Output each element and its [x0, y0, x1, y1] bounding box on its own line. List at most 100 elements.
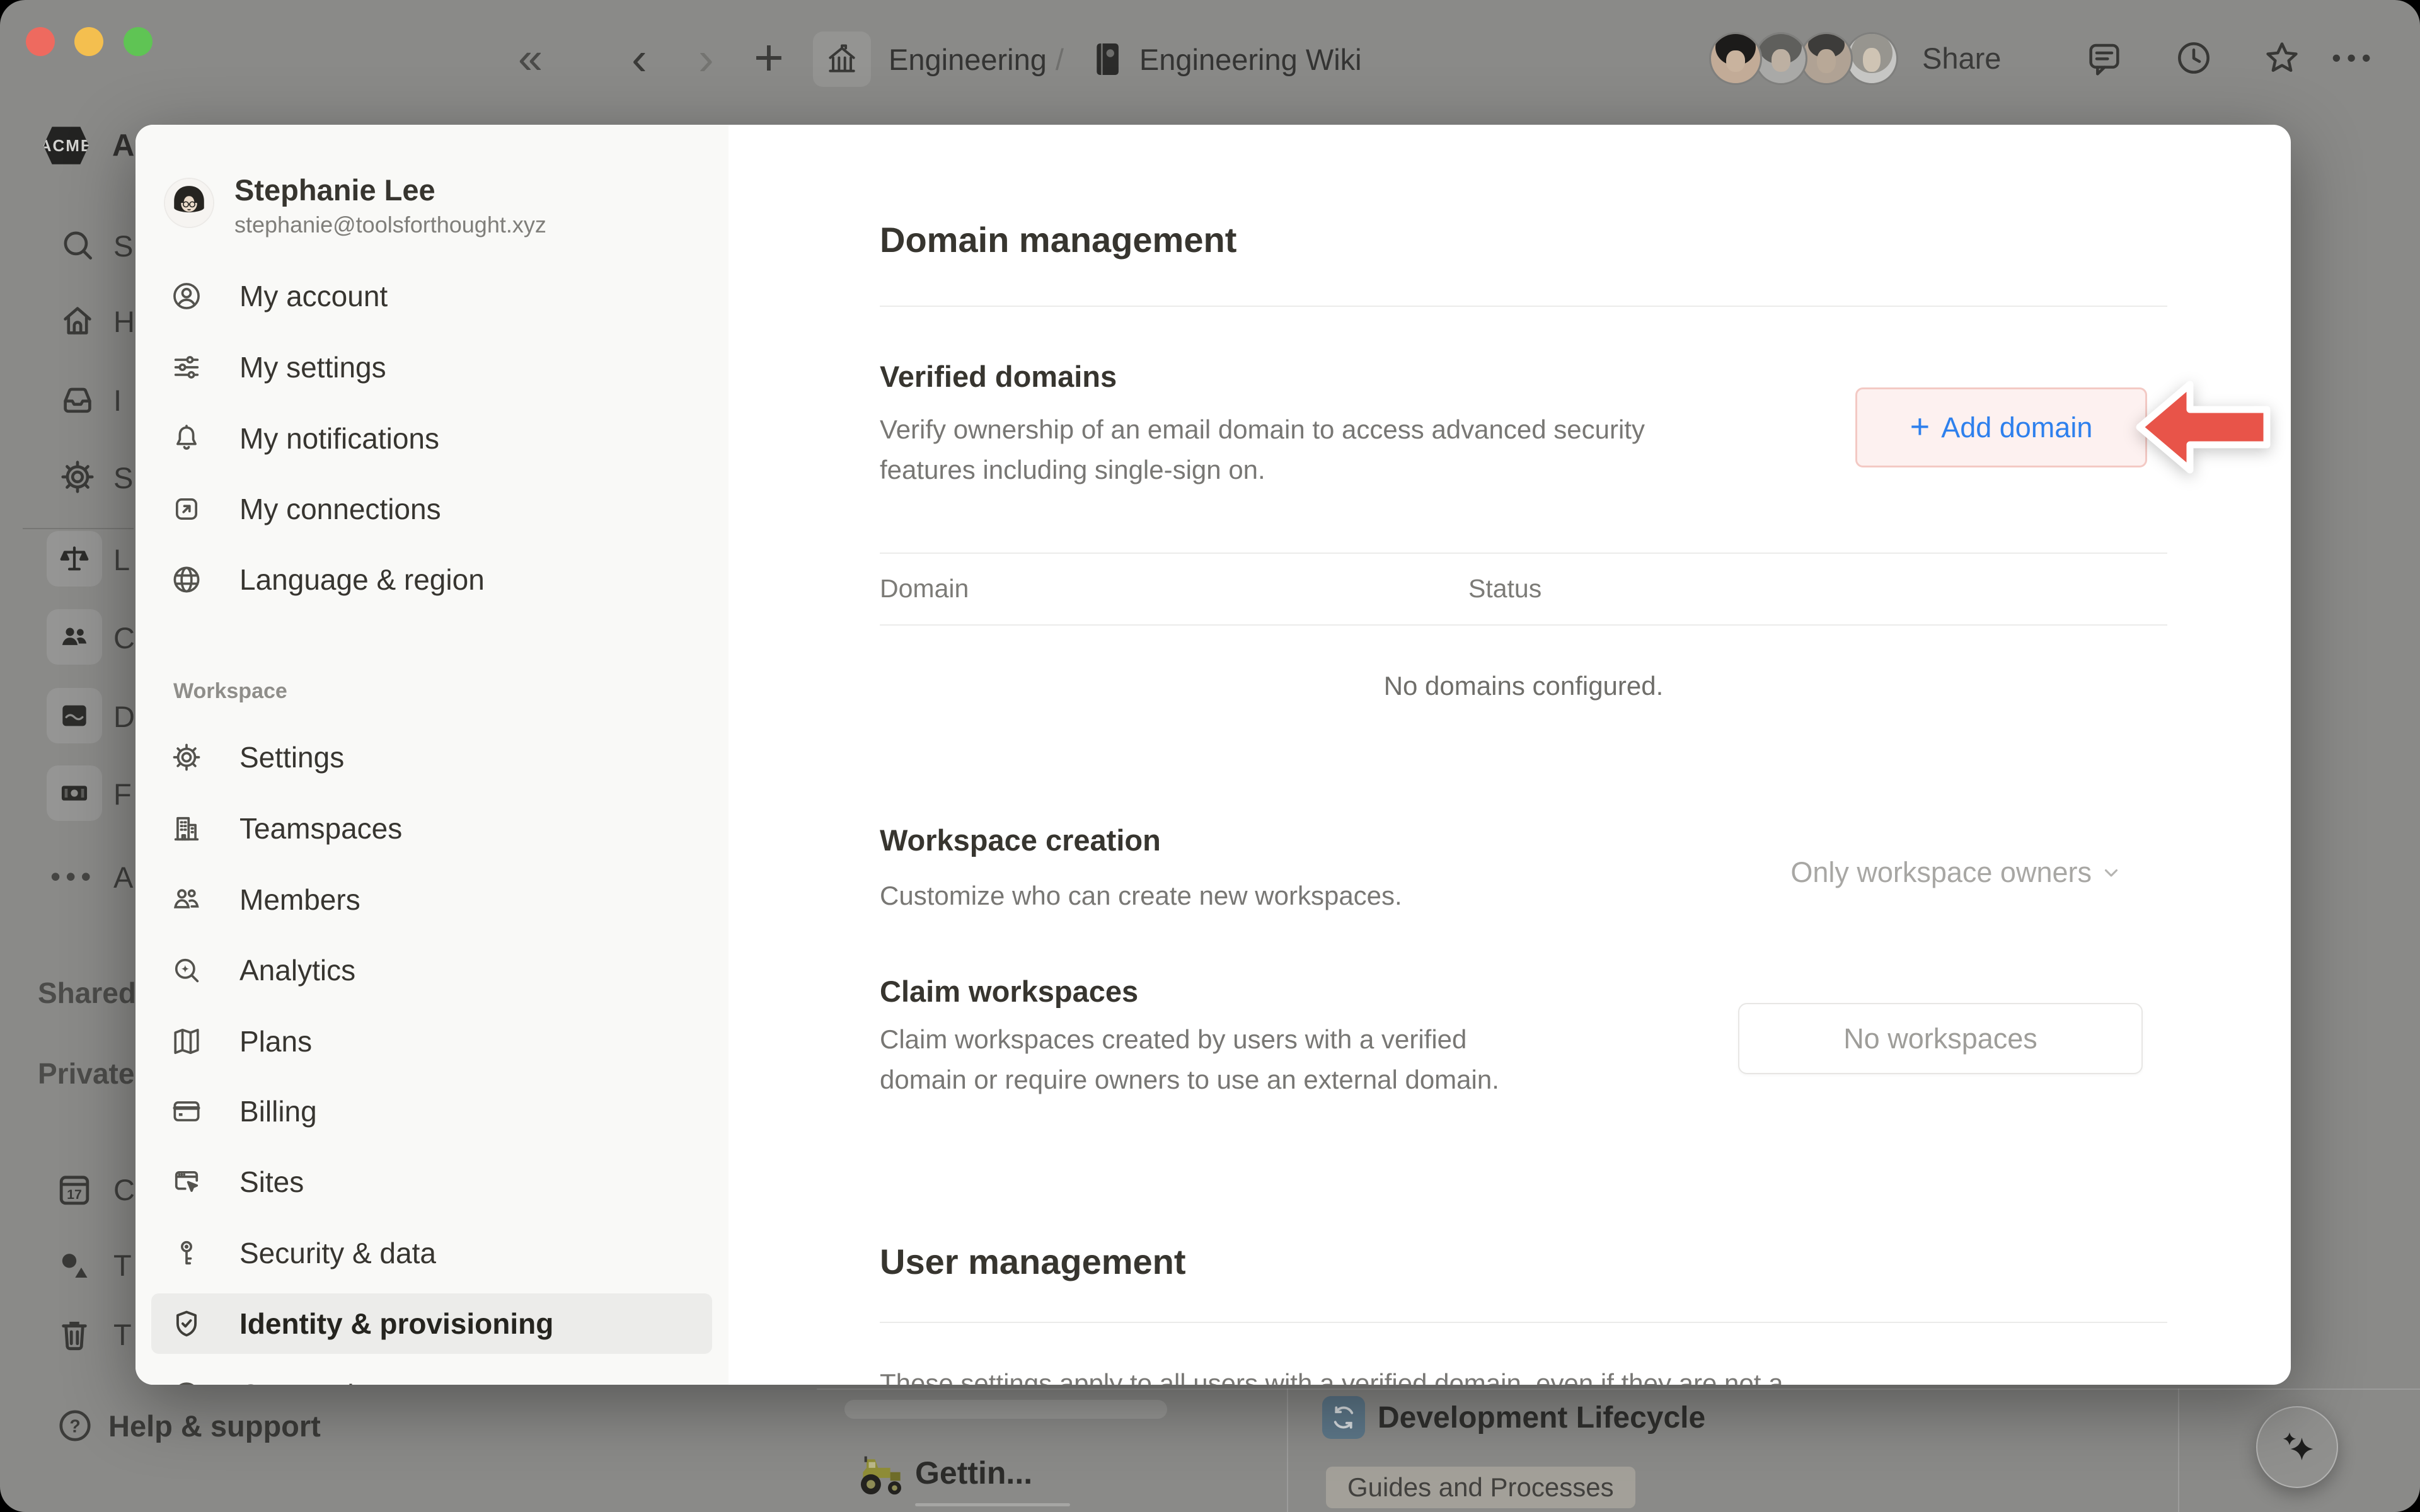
minimize-window-button[interactable]	[74, 27, 103, 56]
comments-icon[interactable]	[2084, 0, 2124, 116]
sidebar-item-members[interactable]: Members	[151, 869, 712, 930]
updates-clock-icon[interactable]	[2174, 0, 2214, 116]
teamspace-item[interactable]: A	[113, 857, 133, 897]
workspace-logo[interactable]: ACME	[39, 126, 93, 165]
sidebar-item-trash[interactable]: T	[113, 1314, 132, 1354]
sidebar-section-shared[interactable]: Shared	[38, 973, 136, 1013]
sidebar-item-my-settings[interactable]: My settings	[151, 337, 712, 398]
templates-shapes-icon[interactable]	[54, 1245, 95, 1285]
breadcrumb-separator: /	[1056, 42, 1064, 77]
home-icon[interactable]	[58, 301, 97, 340]
sidebar-item-inbox[interactable]: I	[113, 380, 122, 420]
teamspace-item[interactable]: D	[113, 696, 135, 736]
bell-icon	[168, 408, 205, 469]
settings-gear-icon[interactable]	[58, 457, 97, 496]
sidebar-item-my-notifications[interactable]: My notifications	[151, 408, 712, 469]
settings-sidebar: Stephanie Lee stephanie@toolsforthought.…	[135, 125, 729, 1385]
building-icon	[168, 798, 205, 859]
magnifier-sparkle-icon	[168, 940, 205, 1000]
sidebar-collapse-icon[interactable]: «	[518, 0, 543, 116]
avatar[interactable]	[1845, 32, 1898, 85]
teamspace-building-icon[interactable]	[813, 32, 871, 87]
page-tab-getting-started[interactable]: Gettin...	[915, 1449, 1032, 1497]
add-domain-button[interactable]: + Add domain	[1855, 387, 2147, 467]
circle-icon	[168, 1365, 205, 1385]
verified-domains-description-line1: Verify ownership of an email domain to a…	[880, 410, 1645, 450]
sidebar-item-security-data[interactable]: Security & data	[151, 1223, 712, 1283]
sidebar-item-settings[interactable]: S	[113, 457, 133, 498]
verified-domains-description-line2: features including single-sign on.	[880, 450, 1645, 490]
favorite-star-icon[interactable]	[2262, 0, 2302, 116]
settings-dialog: Stephanie Lee stephanie@toolsforthought.…	[135, 125, 2291, 1385]
column-divider	[2178, 1389, 2179, 1512]
avatar[interactable]	[1754, 32, 1807, 85]
plus-icon: +	[1910, 407, 1930, 446]
card-title[interactable]: Development Lifecycle	[1378, 1396, 1705, 1439]
chevron-down-icon	[2100, 862, 2122, 883]
breadcrumb-teamspace[interactable]: Engineering	[889, 42, 1047, 77]
inbox-icon[interactable]	[58, 380, 97, 419]
sidebar-item-my-connections[interactable]: My connections	[151, 479, 712, 539]
help-support-label[interactable]: Help & support	[108, 1406, 321, 1445]
workspace-name[interactable]: A	[112, 126, 134, 165]
annotation-arrow	[2132, 375, 2276, 479]
sidebar-item-plans[interactable]: Plans	[151, 1011, 712, 1072]
card-tag: Guides and Processes	[1326, 1467, 1635, 1508]
sidebar-item-sites[interactable]: Sites	[151, 1152, 712, 1212]
sliders-icon	[168, 337, 205, 398]
sidebar-item-settings[interactable]: Settings	[151, 727, 712, 788]
people-icon	[168, 869, 205, 930]
more-options-icon[interactable]: •••	[2332, 0, 2377, 116]
svg-text:?: ?	[69, 1416, 80, 1436]
breadcrumb-page[interactable]: Engineering Wiki	[1139, 42, 1362, 77]
more-teamspaces-icon[interactable]: •••	[50, 857, 96, 896]
tractor-emoji	[856, 1449, 908, 1498]
sidebar-item-language-region[interactable]: Language & region	[151, 549, 712, 610]
sidebar-item-search[interactable]: S	[113, 226, 133, 266]
sidebar-item-billing[interactable]: Billing	[151, 1081, 712, 1142]
section-divider	[880, 306, 2167, 307]
workspace-creation-dropdown[interactable]: Only workspace owners	[880, 850, 2122, 895]
gear-icon	[168, 727, 205, 788]
calendar-icon[interactable]: 17	[54, 1169, 95, 1210]
ai-sparkle-button[interactable]	[2256, 1406, 2338, 1488]
back-icon[interactable]: ‹	[631, 0, 647, 116]
sidebar-divider	[23, 528, 134, 529]
trash-icon[interactable]	[54, 1314, 95, 1354]
avatar[interactable]	[1709, 32, 1762, 85]
teamspace-item[interactable]: C	[113, 617, 135, 658]
forward-icon[interactable]: ›	[698, 0, 714, 116]
no-workspaces-button[interactable]: No workspaces	[1738, 1003, 2143, 1074]
user-email: stephanie@toolsforthought.xyz	[234, 212, 546, 238]
sidebar-item-identity-provisioning[interactable]: Identity & provisioning	[151, 1293, 712, 1354]
section-divider	[880, 1322, 2167, 1323]
new-page-icon[interactable]: +	[754, 0, 784, 116]
sidebar-item-home[interactable]: H	[113, 301, 135, 341]
help-icon[interactable]: ?	[55, 1406, 95, 1445]
avatar[interactable]	[1800, 32, 1853, 85]
tab-underline	[915, 1503, 1070, 1506]
sidebar-item-analytics[interactable]: Analytics	[151, 940, 712, 1000]
teamspace-item[interactable]: F	[113, 774, 132, 814]
zoom-window-button[interactable]	[124, 27, 153, 56]
sidebar-item-teamspaces[interactable]: Teamspaces	[151, 798, 712, 859]
share-button[interactable]: Share	[1922, 0, 2001, 116]
app-window: « ‹ › + Engineering / Engineering Wiki S…	[0, 0, 2420, 1512]
sidebar-section-private[interactable]: Private	[38, 1053, 134, 1094]
teamspace-photo-icon[interactable]	[47, 688, 102, 743]
teamspace-scales-icon[interactable]	[47, 531, 102, 587]
lifecycle-sync-icon	[1322, 1396, 1365, 1439]
sidebar-item-calendar[interactable]: C	[113, 1169, 135, 1210]
claim-workspaces-description-line1: Claim workspaces created by users with a…	[880, 1019, 1499, 1060]
teamspace-banknote-icon[interactable]	[47, 765, 102, 821]
teamspace-item[interactable]: L	[113, 539, 130, 580]
column-divider	[1287, 1389, 1288, 1512]
arrow-up-right-square-icon	[168, 479, 205, 539]
sidebar-item-templates[interactable]: T	[113, 1245, 132, 1285]
search-icon[interactable]	[58, 226, 97, 265]
close-window-button[interactable]	[26, 27, 55, 56]
calendar-day: 17	[67, 1187, 82, 1202]
sidebar-item-my-account[interactable]: My account	[151, 266, 712, 326]
teamspace-people-icon[interactable]	[47, 609, 102, 665]
sidebar-item-connections[interactable]: Connections	[151, 1365, 712, 1385]
